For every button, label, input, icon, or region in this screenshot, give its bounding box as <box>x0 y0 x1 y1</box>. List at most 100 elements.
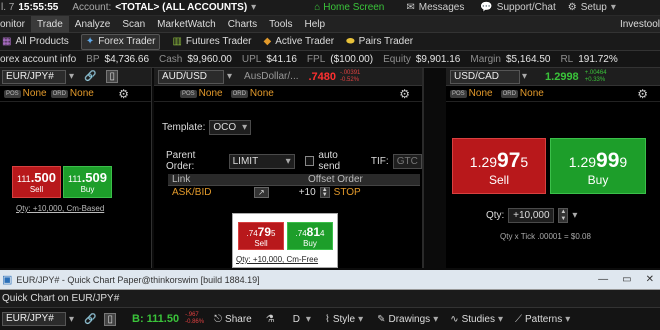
qty-link[interactable]: Qty: +10,000, Cm-Free <box>236 255 318 264</box>
studies-button[interactable]: ∿ Studies ▾ <box>450 314 503 325</box>
cash-value: $9,960.00 <box>187 53 232 65</box>
close-icon[interactable]: ✕ <box>646 274 654 285</box>
patterns-button[interactable]: ⟋ Patterns ▾ <box>515 314 570 325</box>
buy-label: Buy <box>303 239 317 248</box>
minimize-icon[interactable]: — <box>598 274 608 285</box>
chart-symbol-dropdown-icon[interactable]: ▾ <box>69 314 74 325</box>
account-dropdown-icon[interactable]: ▾ <box>251 2 256 13</box>
sell-price-big: .500 <box>30 170 56 185</box>
template-label: Template: <box>162 122 206 133</box>
price-value: 1.2998 <box>545 70 579 83</box>
qty-dropdown-icon[interactable]: ▾ <box>572 210 577 221</box>
link-icon[interactable]: 🔗 <box>84 314 96 325</box>
fpl-label: FPL <box>306 53 326 65</box>
rl-value: 191.72% <box>578 53 618 65</box>
menu-analyze[interactable]: Analyze <box>69 16 117 33</box>
tab-all-products[interactable]: ▦ All Products <box>2 33 69 51</box>
tab-pairs-trader[interactable]: ⬬ Pairs Trader <box>346 33 413 51</box>
symbol-dropdown-icon[interactable]: ▾ <box>69 71 74 82</box>
menu-monitor[interactable]: onitor <box>0 16 31 33</box>
setup-label: Setup <box>580 2 607 13</box>
tab-active-trader[interactable]: ◆ Active Trader <box>264 33 335 51</box>
menu-help[interactable]: Help <box>299 16 332 33</box>
parent-order-label: Parent Order: <box>166 150 196 172</box>
account-selector[interactable]: <TOTAL> (ALL ACCOUNTS) <box>115 2 247 13</box>
qty-stepper-icon[interactable]: ▲ ▼ <box>558 208 569 223</box>
messages-button[interactable]: ✉ Messages <box>406 2 464 13</box>
buy-price-big: .509 <box>81 170 107 185</box>
account-info-bar: orex account info BP $4,736.66 Cash $9,9… <box>0 51 660 68</box>
menu-marketwatch[interactable]: MarketWatch <box>151 16 222 33</box>
sell-button[interactable]: 1.29975 Sell <box>452 138 546 194</box>
qty-input[interactable]: +10,000 <box>508 208 555 223</box>
gear-icon[interactable]: ⚙ <box>118 87 129 101</box>
auto-send-checkbox[interactable] <box>304 156 315 166</box>
sell-label: Sell <box>29 185 44 194</box>
buy-price-big: 81 <box>306 225 321 239</box>
tab-forex-trader-label: Forex Trader <box>98 35 156 47</box>
patterns-dropdown-icon: ▾ <box>565 313 571 325</box>
sell-price-tail: 5 <box>271 229 276 238</box>
active-trader-icon: ◆ <box>263 35 272 47</box>
link-table-row[interactable]: ASK/BID ↗ +10 ▲ ▼ STOP <box>168 186 420 199</box>
tif-label: TIF: <box>370 155 389 167</box>
symbol-dropdown-icon[interactable]: ▾ <box>522 71 527 82</box>
setup-button[interactable]: ⚙ Setup ▾ <box>568 2 616 13</box>
change-pct: +0.33% <box>584 76 606 83</box>
buy-button[interactable]: 1.29999 Buy <box>550 138 646 194</box>
menu-tools[interactable]: Tools <box>263 16 298 33</box>
margin-value: $5,164.50 <box>505 53 551 65</box>
tab-all-products-label: All Products <box>15 35 69 47</box>
gear-icon[interactable]: ⚙ <box>399 87 410 101</box>
link-icon[interactable]: 🔗 <box>84 71 96 82</box>
offset-stepper-icon[interactable]: ▲ ▼ <box>319 187 330 198</box>
symbol-selector[interactable]: USD/CAD <box>450 69 520 84</box>
buy-button[interactable]: .74814 Buy <box>287 222 333 250</box>
drawings-button[interactable]: ✎ Drawings ▾ <box>377 314 438 325</box>
interval-dropdown-icon[interactable]: ▾ <box>306 314 311 325</box>
link-table-header: Link Offset Order <box>168 174 420 186</box>
menu-charts[interactable]: Charts <box>222 16 263 33</box>
bp-value: $4,736.66 <box>104 53 150 65</box>
template-dropdown[interactable]: OCO ▾ <box>209 120 252 135</box>
share-button[interactable]: ⎋ Share <box>214 314 252 325</box>
grid-icon[interactable]: ▯ <box>106 70 118 83</box>
chart-symbol-selector[interactable]: EUR/JPY# <box>2 312 66 326</box>
parent-order-dropdown[interactable]: LIMIT ▾ <box>228 153 295 169</box>
menu-investools[interactable]: Investool <box>614 16 660 33</box>
qty-label: Qty: <box>486 210 505 221</box>
flask-icon[interactable]: ⚗ <box>266 314 275 325</box>
home-screen-button[interactable]: ⌂ Home Screen <box>314 2 384 13</box>
buy-button[interactable]: 111.509 Buy <box>63 166 112 198</box>
interval-selector[interactable]: D <box>293 314 300 325</box>
edit-link-icon[interactable]: ↗ <box>254 187 269 198</box>
tab-forex-trader[interactable]: ✦ Forex Trader <box>80 33 161 50</box>
sell-button[interactable]: .74795 Sell <box>238 222 284 250</box>
setup-dropdown-icon: ▾ <box>610 2 616 13</box>
pos-value: None <box>468 88 493 99</box>
upl-label: UPL <box>241 53 262 65</box>
menu-trade[interactable]: Trade <box>31 15 69 33</box>
support-chat-button[interactable]: 💬 Support/Chat <box>480 2 555 13</box>
gear-icon[interactable]: ⚙ <box>637 87 648 101</box>
grid-icon[interactable]: ▯ <box>104 312 116 326</box>
chart-change-abs: -.967 <box>185 312 199 318</box>
style-button[interactable]: ⌇ Style ▾ <box>325 314 363 325</box>
sell-price-big: 97 <box>497 149 521 172</box>
symbol-selector[interactable]: AUD/USD <box>158 69 224 84</box>
bid-value: B: 111.50 <box>132 313 180 325</box>
sell-button[interactable]: 111.500 Sell <box>12 166 61 198</box>
tif-field[interactable]: GTC <box>392 153 422 169</box>
maximize-icon[interactable]: ▭ <box>622 274 631 285</box>
forex-panel-audusd: AUD/USD ▾ AusDollar/... .7480 -.00391 -0… <box>154 68 424 268</box>
chevron-down-icon: ▾ <box>242 122 248 133</box>
menu-scan[interactable]: Scan <box>116 16 151 33</box>
forex-panel-eurjpy: EUR/JPY# ▾ 🔗 ▯ POS None ORD None ⚙ 111.5… <box>0 68 152 268</box>
position-order-row: POS None ORD None ⚙ <box>154 86 422 102</box>
tab-futures-trader[interactable]: ▥ Futures Trader <box>172 33 251 51</box>
symbol-selector[interactable]: EUR/JPY# <box>2 69 66 84</box>
qty-link[interactable]: Qty: +10,000, Cm-Based <box>16 204 104 213</box>
col-offset-order: Offset Order <box>308 174 363 185</box>
symbol-dropdown-icon[interactable]: ▾ <box>227 71 232 82</box>
ord-tag: ORD <box>230 89 248 98</box>
